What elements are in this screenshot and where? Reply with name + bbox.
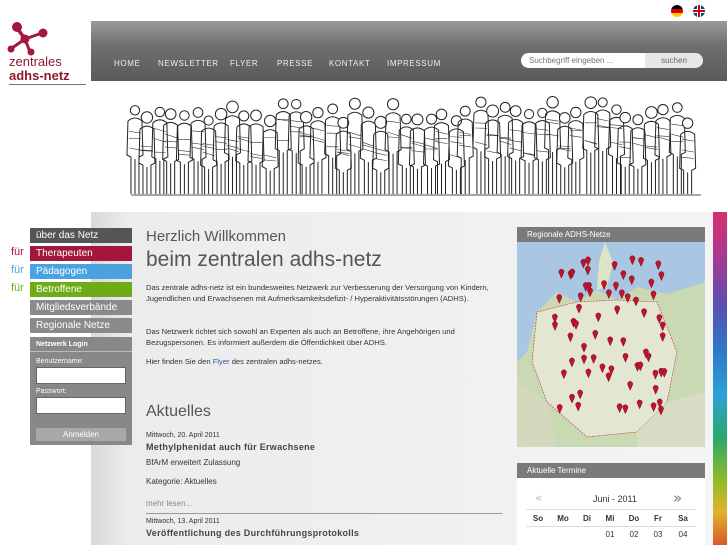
weekday-label: So — [532, 514, 544, 523]
news-category: Kategorie: Aktuelles — [146, 477, 217, 486]
sidebar-item-betroffene[interactable]: Betroffene — [30, 282, 132, 297]
news-title[interactable]: Veröffentlichung des Durchführungsprotok… — [146, 528, 359, 538]
news-teaser: BfArM erweitert Zulassung — [146, 458, 241, 467]
site-logo[interactable]: zentrales adhs-netz — [4, 22, 86, 85]
intro-paragraph-3: Hier finden Sie den Flyer des zentralen … — [146, 357, 323, 366]
logo-text-line2: adhs-netz — [9, 68, 70, 83]
login-button[interactable]: Anmelden — [36, 428, 126, 441]
nav-newsletter[interactable]: NEWSLETTER — [158, 59, 219, 68]
search-input[interactable] — [521, 53, 645, 68]
weekday-label: Do — [628, 514, 640, 523]
welcome-subheading: beim zentralen adhs-netz — [146, 248, 382, 271]
calendar-month: Juni - 2011 — [593, 494, 637, 504]
nav-impressum[interactable]: IMPRESSUM — [387, 59, 441, 68]
network-logo-icon — [7, 22, 48, 56]
login-title: Netzwerk Login — [36, 341, 88, 348]
news-heading: Aktuelles — [146, 403, 211, 420]
sidebar-item-ueber-das-netz[interactable]: über das Netz — [30, 228, 132, 243]
sidebar-item-mitgliedsverbaende[interactable]: Mitgliedsverbände — [30, 300, 132, 315]
calendar-day[interactable]: 02 — [623, 530, 645, 539]
news-title[interactable]: Methylphenidat auch für Erwachsene — [146, 442, 315, 452]
german-flag-icon[interactable] — [671, 5, 683, 17]
sidebar-item-therapeuten[interactable]: Therapeuten — [30, 246, 132, 261]
username-label: Benutzername: — [36, 358, 84, 365]
fuer-label-paedagogen: für — [11, 264, 24, 276]
news-divider — [146, 513, 502, 514]
weekday-label: Mi — [605, 514, 615, 523]
nav-home[interactable]: HOME — [114, 59, 140, 68]
events-calendar: « Juni - 2011 » So Mo Di Mi Do Fr Sa 01 … — [517, 478, 705, 545]
weekday-label: Di — [583, 514, 591, 523]
logo-text-line1: zentrales — [9, 54, 62, 69]
nav-presse[interactable]: PRESSE — [277, 59, 313, 68]
news-date: Mittwoch, 20. April 2011 — [146, 432, 220, 439]
password-label: Passwort: — [36, 388, 67, 395]
calendar-day[interactable]: 01 — [599, 530, 621, 539]
sidebar-item-paedagogen[interactable]: Pädagogen — [30, 264, 132, 279]
news-date: Mittwoch, 13. April 2011 — [146, 518, 220, 525]
color-strip — [713, 212, 727, 545]
main-navigation: HOME NEWSLETTER FLYER PRESSE KONTAKT IMP… — [91, 21, 727, 81]
sidebar-item-regionale-netze[interactable]: Regionale Netze — [30, 318, 132, 333]
calendar-day[interactable]: 03 — [647, 530, 669, 539]
calendar-day[interactable]: 04 — [672, 530, 694, 539]
intro-paragraph-1: Das zentrale adhs-netz ist ein bundeswei… — [146, 283, 489, 303]
next-month-button[interactable]: » — [673, 489, 682, 507]
intro-paragraph-2: Das Netzwerk richtet sich sowohl an Expe… — [146, 327, 455, 347]
fuer-label-betroffene: für — [11, 282, 24, 294]
regional-networks-map[interactable] — [517, 242, 705, 447]
fuer-label-therapeuten: für — [11, 246, 24, 258]
welcome-heading: Herzlich Willkommen — [146, 228, 287, 245]
read-more-link[interactable]: mehr lesen... — [146, 499, 192, 508]
map-widget-title: Regionale ADHS-Netze — [517, 227, 705, 242]
crowd-banner-image — [91, 84, 727, 212]
weekday-label: Fr — [654, 514, 662, 523]
weekday-label: Sa — [678, 514, 688, 523]
search-button[interactable]: suchen — [645, 53, 703, 68]
weekday-label: Mo — [557, 514, 569, 523]
logo-underline — [9, 84, 86, 85]
password-field[interactable] — [36, 397, 126, 414]
username-field[interactable] — [36, 367, 126, 384]
login-box: Netzwerk Login Benutzername: Passwort: A… — [30, 337, 132, 445]
flyer-link[interactable]: Flyer — [213, 357, 230, 366]
english-flag-icon[interactable] — [693, 5, 705, 17]
nav-kontakt[interactable]: KONTAKT — [329, 59, 370, 68]
calendar-widget-title: Aktuelle Termine — [517, 463, 705, 478]
nav-flyer[interactable]: FLYER — [230, 59, 258, 68]
previous-month-button[interactable]: « — [535, 491, 542, 505]
